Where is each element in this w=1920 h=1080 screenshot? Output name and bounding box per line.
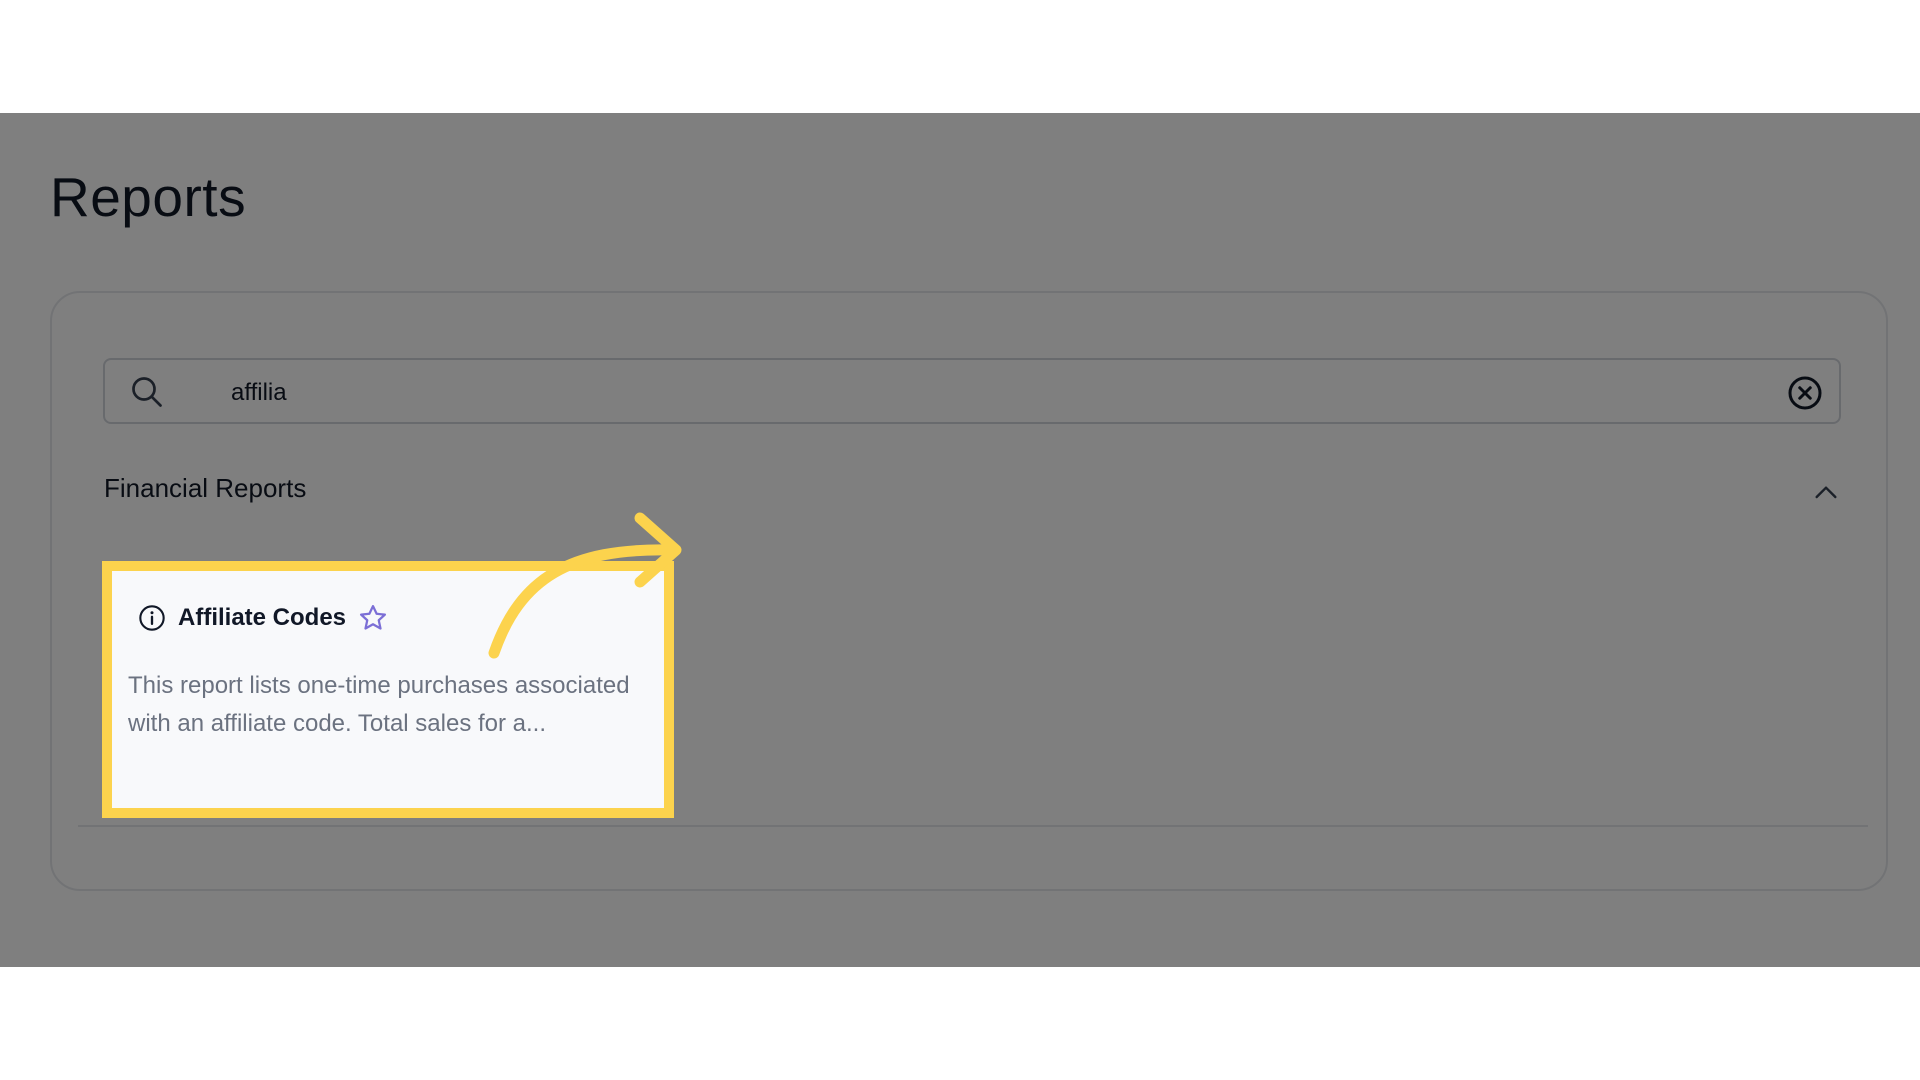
- report-card-title[interactable]: Affiliate Codes: [178, 604, 346, 632]
- curved-arrow-icon: [488, 512, 682, 659]
- search-input[interactable]: affilia: [103, 358, 1841, 424]
- page-title: Reports: [50, 166, 247, 228]
- star-icon[interactable]: [358, 603, 388, 633]
- reports-page: Reports affilia Financial Reports Affili…: [0, 113, 1920, 967]
- search-value[interactable]: affilia: [231, 379, 287, 407]
- report-card-header: Affiliate Codes: [138, 603, 388, 633]
- report-card-description: This report lists one-time purchases ass…: [128, 672, 630, 737]
- section-title[interactable]: Financial Reports: [104, 473, 306, 504]
- clear-circle-x-icon[interactable]: [1787, 375, 1823, 411]
- search-icon: [132, 377, 162, 407]
- chevron-up-icon[interactable]: [1810, 477, 1842, 509]
- info-icon[interactable]: [138, 604, 166, 632]
